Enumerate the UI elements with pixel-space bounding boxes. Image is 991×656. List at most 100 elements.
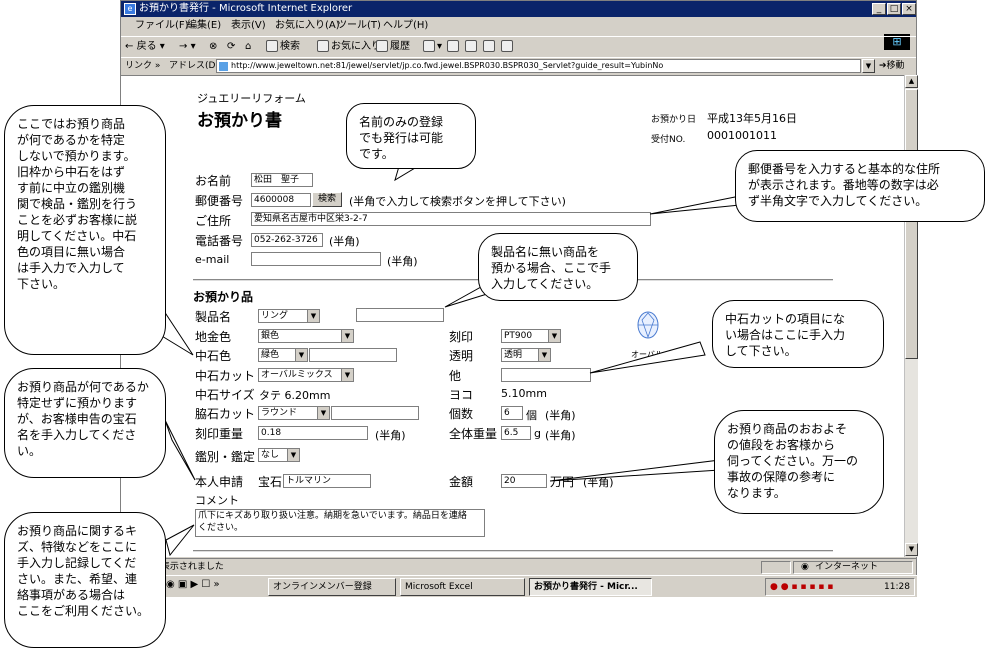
menu-favorites[interactable]: お気に入り(A)	[275, 17, 340, 35]
print-button[interactable]	[447, 37, 461, 57]
product-label: 製品名	[195, 310, 232, 324]
stamp-weight-label: 刻印重量	[195, 427, 244, 441]
metal-label: 地金色	[195, 330, 232, 344]
history-button[interactable]: 履歴	[376, 37, 410, 57]
vertical-scrollbar[interactable]: ▲ ▼	[904, 75, 918, 557]
size-yoko: 5.10mm	[501, 387, 547, 400]
product-free-input[interactable]	[356, 308, 444, 322]
declared-label: 本人申請	[195, 475, 244, 489]
bottom-divider	[193, 550, 833, 552]
home-button[interactable]: ⌂	[245, 37, 251, 57]
forward-button[interactable]: → ▾	[179, 37, 196, 57]
total-weight-unit: g	[534, 427, 541, 440]
zip-hint: (半角で入力して検索ボタンを押して下さい)	[349, 195, 566, 208]
print-icon	[447, 40, 459, 52]
status-bar: ページが表示されました ◉ インターネット	[121, 558, 916, 575]
cut-label: 中石カット	[195, 369, 256, 383]
phone-input[interactable]: 052-262-3726	[251, 233, 323, 247]
stamp-weight-hint: (半角)	[375, 429, 406, 442]
side-cut-select[interactable]: ラウンド ▼	[258, 406, 330, 420]
page-title: お預かり書	[197, 111, 282, 131]
callout-declared-stone: お預り商品が何であるか 特定せずに預かります が、お客様申告の宝石 名を手入力し…	[4, 368, 166, 478]
task-excel[interactable]: Microsoft Excel	[400, 578, 525, 596]
callout-name-only: 名前のみの登録 でも発行は可能 です。	[346, 103, 476, 169]
email-input[interactable]	[251, 252, 381, 266]
menu-tools[interactable]: ツール(T)	[337, 17, 381, 35]
total-weight-label: 全体重量	[449, 427, 498, 441]
messenger-icon	[501, 40, 513, 52]
address-field[interactable]: 愛知県名古屋市中区栄3-2-7	[251, 212, 651, 226]
zip-label: 郵便番号	[195, 194, 244, 208]
refresh-button[interactable]: ⟳	[227, 37, 235, 57]
address-input[interactable]: http://www.jeweltown.net:81/jewel/servle…	[216, 59, 861, 73]
menu-help[interactable]: ヘルプ(H)	[383, 17, 428, 35]
stop-button[interactable]: ⊗	[209, 37, 217, 57]
items-heading: お預かり品	[193, 290, 254, 304]
chevron-down-icon: ▼	[295, 349, 307, 361]
task-online-member[interactable]: オンラインメンバー登録	[268, 578, 396, 596]
menu-view[interactable]: 表示(V)	[231, 17, 266, 35]
zip-search-button[interactable]: 検索	[312, 192, 342, 207]
edit-button[interactable]	[465, 37, 479, 57]
zip-input[interactable]: 4600008	[251, 193, 311, 207]
other-label: 他	[449, 369, 462, 383]
stamp-select[interactable]: PT900 ▼	[501, 329, 561, 343]
size-tate: タテ 6.20mm	[259, 389, 331, 402]
phone-hint: (半角)	[329, 235, 360, 248]
count-input[interactable]: 6	[501, 406, 523, 420]
menu-file[interactable]: ファイル(F)	[135, 17, 189, 35]
go-arrow-icon: ➔	[879, 61, 887, 71]
appraisal-select[interactable]: なし ▼	[258, 448, 300, 462]
mail-button[interactable]: ▾	[423, 37, 442, 57]
scroll-up-arrow-icon[interactable]: ▲	[905, 75, 918, 88]
receipt-no: 0001001011	[707, 129, 777, 142]
search-icon	[266, 40, 278, 52]
discuss-button[interactable]	[483, 37, 497, 57]
name-input[interactable]: 松田 聖子	[251, 173, 313, 187]
appraisal-label: 鑑別・鑑定	[195, 450, 256, 464]
globe-icon: ◉	[801, 562, 809, 572]
oval-cut-diagram-icon	[637, 311, 659, 339]
minimize-button[interactable]: _	[872, 3, 886, 15]
address-label-field: ご住所	[195, 214, 232, 228]
cut-select[interactable]: オーバルミックス ▼	[258, 368, 354, 382]
chevron-down-icon: ▼	[317, 407, 329, 419]
menu-edit[interactable]: 編集(E)	[187, 17, 221, 35]
mail-icon	[423, 40, 435, 52]
size-yoko-label: ヨコ	[449, 388, 474, 402]
side-cut-free-input[interactable]	[331, 406, 419, 420]
product-select[interactable]: リング ▼	[258, 309, 320, 323]
quick-launch-icons[interactable]: ◉ ▣ ▶ ☐ »	[166, 579, 220, 590]
comment-textarea[interactable]: 爪下にキズあり取り扱い注意。納期を急いでいます。納品日を連絡ください。	[195, 509, 485, 537]
address-dropdown-button[interactable]: ▼	[862, 59, 875, 73]
go-button[interactable]: ➔移動	[879, 58, 905, 74]
clarity-select[interactable]: 透明 ▼	[501, 348, 551, 362]
side-cut-label: 脇石カット	[195, 407, 256, 421]
back-button[interactable]: ← 戻る ▾	[125, 37, 165, 57]
stamp-weight-input[interactable]: 0.18	[258, 426, 368, 440]
declared-stone-input[interactable]: トルマリン	[283, 474, 371, 488]
close-button[interactable]: ×	[902, 3, 916, 15]
scroll-thumb[interactable]	[905, 89, 918, 359]
stone-color-free-input[interactable]	[309, 348, 397, 362]
search-button[interactable]: 検索	[266, 37, 300, 57]
total-weight-input[interactable]: 6.5	[501, 426, 531, 440]
metal-select[interactable]: 銀色 ▼	[258, 329, 354, 343]
amount-input[interactable]: 20	[501, 474, 547, 488]
scroll-down-arrow-icon[interactable]: ▼	[905, 543, 918, 556]
callout-zip: 郵便番号を入力すると基本的な住所 が表示されます。番地等の数字は必 ず半角文字で…	[735, 150, 985, 222]
other-cut-input[interactable]	[501, 368, 591, 382]
tray-icons[interactable]: ● ● ▪ ▪ ▪ ▪ ▪	[770, 579, 833, 595]
oval-caption: オーバル	[631, 350, 663, 359]
stone-color-select[interactable]: 緑色 ▼	[258, 348, 308, 362]
messenger-button[interactable]	[501, 37, 515, 57]
task-receipt-issue[interactable]: お預かり書発行 - Micr...	[529, 578, 652, 596]
chevron-down-icon: ▼	[287, 449, 299, 461]
maximize-button[interactable]: □	[887, 3, 901, 15]
favorites-button[interactable]: お気に入り	[317, 37, 381, 57]
comment-label: コメント	[195, 494, 239, 507]
links-label[interactable]: リンク »	[125, 58, 160, 74]
chevron-down-icon: ▼	[307, 310, 319, 322]
clock: 11:28	[884, 582, 910, 592]
total-weight-hint: (半角)	[545, 429, 576, 442]
